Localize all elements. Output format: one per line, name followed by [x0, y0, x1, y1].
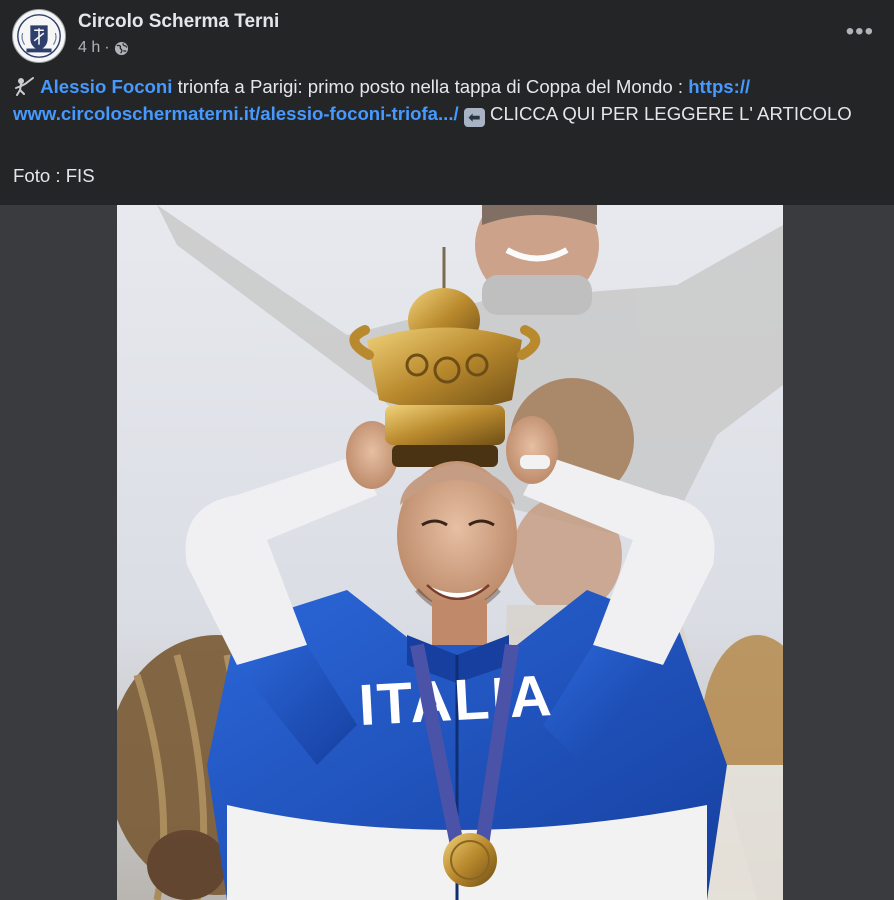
post-header: Circolo Scherma Terni 4 h · ••• — [0, 0, 894, 70]
post-time[interactable]: 4 h — [78, 39, 100, 57]
post-text: Alessio Foconi trionfa a Parigi: primo p… — [13, 73, 873, 127]
left-arrow-icon: ⬅ — [463, 108, 485, 127]
page-avatar[interactable] — [12, 9, 66, 63]
mention-link[interactable]: Alessio Foconi — [40, 76, 172, 97]
post-photo[interactable]: ITALIA — [117, 205, 783, 900]
post-text-part-2: CLICCA QUI PER LEGGERE L' ARTICOLO — [484, 103, 852, 124]
photo-credit: Foto : FIS — [13, 165, 95, 186]
globe-icon — [114, 41, 128, 55]
post-meta: 4 h · — [78, 39, 129, 57]
fencer-emoji-icon — [15, 77, 34, 96]
more-options-icon[interactable]: ••• — [846, 20, 874, 44]
club-crest-icon — [13, 10, 65, 62]
jacket-text: ITALIA — [357, 663, 555, 738]
post-text-part-1: trionfa a Parigi: primo posto nella tapp… — [172, 76, 689, 97]
media-area: ITALIA — [0, 205, 894, 900]
page-name[interactable]: Circolo Scherma Terni — [78, 11, 279, 33]
meta-separator: · — [104, 39, 110, 56]
